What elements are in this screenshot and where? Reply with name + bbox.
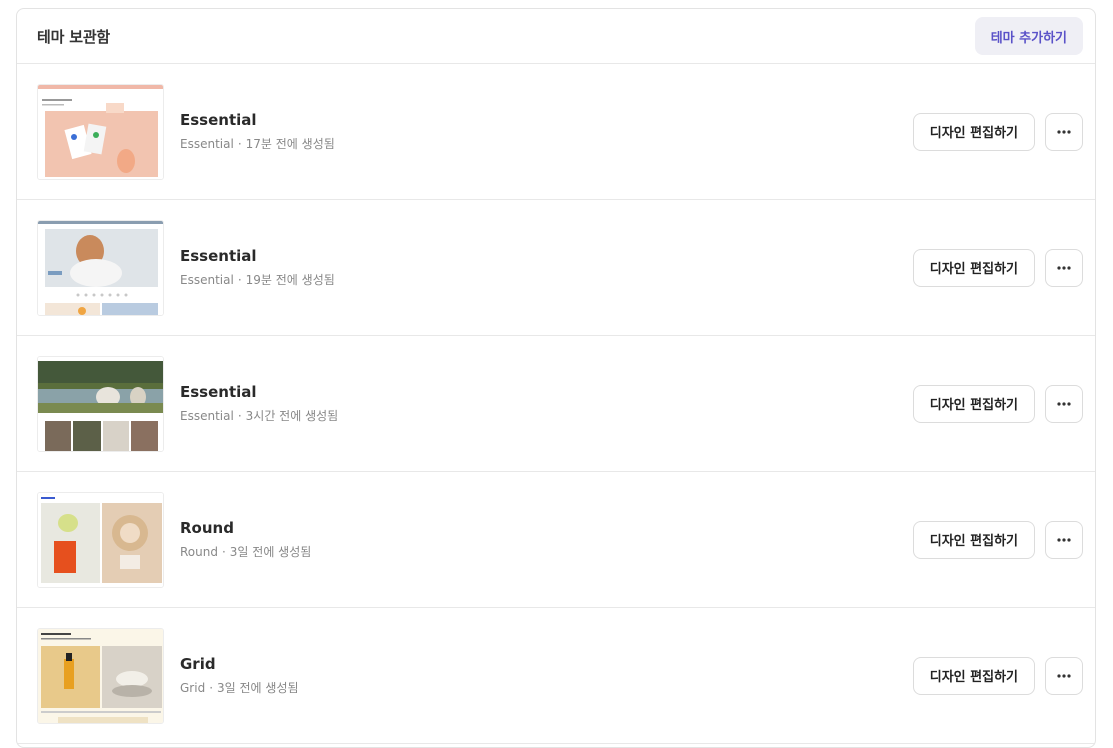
theme-row: Essential Essential · 19분 전에 생성됨 디자인 편집하기 — [17, 200, 1095, 336]
theme-row: Essential Essential · 3시간 전에 생성됨 디자인 편집하기 — [17, 336, 1095, 472]
theme-name: Essential — [180, 111, 257, 129]
edit-design-button[interactable]: 디자인 편집하기 — [912, 384, 1035, 423]
ellipsis-icon — [1057, 673, 1071, 678]
ellipsis-icon — [1057, 265, 1071, 270]
edit-design-button[interactable]: 디자인 편집하기 — [912, 520, 1035, 559]
theme-thumbnail[interactable] — [37, 355, 164, 452]
theme-row: Essential Essential · 17분 전에 생성됨 디자인 편집하기 — [17, 64, 1095, 200]
theme-created: 3일 전에 생성됨 — [217, 681, 299, 695]
theme-base: Essential — [180, 409, 234, 423]
theme-base: Essential — [180, 137, 234, 151]
theme-created: 17분 전에 생성됨 — [245, 137, 335, 151]
more-options-button[interactable] — [1045, 384, 1083, 423]
theme-thumbnail[interactable] — [37, 491, 164, 588]
theme-name: Round — [180, 519, 234, 537]
theme-thumbnail[interactable] — [37, 627, 164, 724]
theme-thumbnail[interactable] — [37, 83, 164, 180]
theme-row: Round Round · 3일 전에 생성됨 디자인 편집하기 — [17, 472, 1095, 608]
theme-name: Essential — [180, 383, 257, 401]
panel-header: 테마 보관함 테마 추가하기 — [17, 9, 1095, 64]
add-theme-button[interactable]: 테마 추가하기 — [974, 17, 1083, 55]
theme-meta: Essential · 3시간 전에 생성됨 — [180, 409, 339, 423]
ellipsis-icon — [1057, 401, 1071, 406]
edit-design-button[interactable]: 디자인 편집하기 — [912, 656, 1035, 695]
edit-design-button[interactable]: 디자인 편집하기 — [912, 248, 1035, 287]
theme-created: 3시간 전에 생성됨 — [245, 409, 339, 423]
more-options-button[interactable] — [1045, 520, 1083, 559]
theme-created: 3일 전에 생성됨 — [229, 545, 312, 559]
ellipsis-icon — [1057, 129, 1071, 134]
theme-meta: Round · 3일 전에 생성됨 — [180, 545, 312, 559]
theme-meta: Essential · 19분 전에 생성됨 — [180, 273, 335, 287]
theme-meta: Essential · 17분 전에 생성됨 — [180, 137, 335, 151]
more-options-button[interactable] — [1045, 656, 1083, 695]
theme-library-panel: 테마 보관함 테마 추가하기 Essential Essential · 17분… — [16, 8, 1096, 748]
more-options-button[interactable] — [1045, 248, 1083, 287]
theme-meta: Grid · 3일 전에 생성됨 — [180, 681, 299, 695]
theme-row: Grid Grid · 3일 전에 생성됨 디자인 편집하기 — [17, 608, 1095, 744]
theme-base: Essential — [180, 273, 234, 287]
theme-created: 19분 전에 생성됨 — [245, 273, 335, 287]
theme-base: Round — [180, 545, 218, 559]
theme-name: Grid — [180, 655, 216, 673]
theme-base: Grid — [180, 681, 206, 695]
more-options-button[interactable] — [1045, 112, 1083, 151]
page-title: 테마 보관함 — [37, 27, 111, 46]
theme-thumbnail[interactable] — [37, 219, 164, 316]
ellipsis-icon — [1057, 537, 1071, 542]
edit-design-button[interactable]: 디자인 편집하기 — [912, 112, 1035, 151]
theme-name: Essential — [180, 247, 257, 265]
